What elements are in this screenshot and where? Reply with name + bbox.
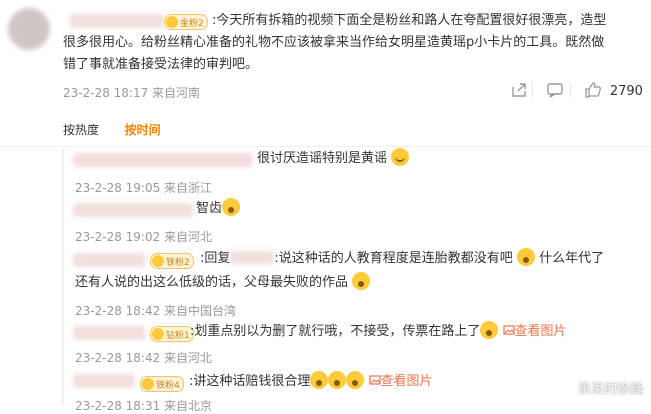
- comment-text: :今天所有拆箱的视频下面全是粉丝和路人在夸配置很好很漂亮，造型: [212, 13, 607, 28]
- divider: [570, 83, 571, 97]
- shocked-emoji-icon: [352, 272, 371, 290]
- thinking-emoji-icon: [480, 321, 499, 339]
- reply-text: 智齿: [196, 198, 241, 220]
- tab-sort-hot[interactable]: 按热度: [63, 123, 99, 137]
- comment-text: 很多很用心。给粉丝精心准备的礼物不应该被拿来当作给女明星造黄瑶p小卡片的工具。既…: [63, 35, 605, 50]
- reply-meta: 23-2-28 19:05 来自浙江: [75, 181, 213, 195]
- watermark: 呆呆的徐巍: [577, 382, 643, 397]
- shocked-emoji-icon: [346, 371, 365, 389]
- fan-badge: 铁粉4: [140, 375, 184, 394]
- fan-badge: 钻粉1: [150, 325, 194, 344]
- view-image-link[interactable]: 查看图片: [502, 324, 567, 339]
- reply-target-username[interactable]: [230, 251, 275, 264]
- reply-text: :划重点别以为删了就行哦，不接受，传票在路上了 查看图片: [190, 321, 567, 343]
- fan-badge: 铁粉2: [150, 252, 194, 271]
- view-image-link[interactable]: 查看图片: [368, 374, 433, 389]
- shocked-emoji-icon: [516, 248, 535, 266]
- reply-text: :回复:说这种话的人教育程度是连胎教都没有吧 什么年代了: [200, 248, 604, 270]
- reply-username[interactable]: [73, 153, 253, 167]
- share-icon[interactable]: [510, 81, 528, 102]
- comment-text: 错了事就准备接受法律的审判吧。: [63, 57, 259, 72]
- reply-username[interactable]: [73, 326, 145, 340]
- thumbs-up-icon: [585, 82, 601, 98]
- sort-tabs: 按热度 按时间: [63, 121, 161, 138]
- fan-badge-icon: [152, 328, 164, 340]
- shocked-emoji-icon: [328, 371, 347, 389]
- reply-text: :讲这种话赔钱很合理 查看图片: [189, 371, 433, 393]
- divider: [532, 83, 533, 97]
- divider: [0, 146, 651, 147]
- tab-sort-time[interactable]: 按时间: [125, 123, 161, 137]
- divider: [62, 148, 64, 405]
- fan-badge: 金粉2: [164, 13, 208, 32]
- comment-meta: 23-2-28 18:17 来自河南: [63, 86, 201, 100]
- shocked-emoji-icon: [310, 371, 329, 389]
- username[interactable]: [70, 14, 164, 28]
- crying-emoji-icon: [222, 198, 241, 216]
- image-icon: [502, 325, 515, 335]
- fan-badge-icon: [142, 378, 154, 390]
- reply-username[interactable]: [73, 203, 193, 217]
- reply-text: 还有人说的出这么低级的话，父母最失败的作品: [75, 272, 371, 294]
- like-button[interactable]: 2790: [584, 81, 643, 99]
- reply-meta: 23-2-28 18:42 来自中国台湾: [75, 304, 237, 318]
- fan-badge-icon: [152, 255, 164, 267]
- reply-meta: 23-2-28 18:42 来自河北: [75, 351, 213, 365]
- avatar[interactable]: [8, 8, 50, 50]
- image-icon: [368, 375, 381, 385]
- reply-meta: 23-2-28 19:02 来自河北: [75, 230, 213, 244]
- like-count: 2790: [609, 84, 643, 99]
- reply-username[interactable]: [73, 374, 135, 388]
- crying-emoji-icon: [391, 148, 410, 166]
- fan-badge-icon: [166, 16, 178, 28]
- reply-username[interactable]: [73, 253, 145, 267]
- comment-icon[interactable]: [546, 81, 564, 102]
- reply-text: 很讨厌造谣特别是黄谣: [257, 148, 410, 170]
- reply-meta: 23-2-28 18:31 来自北京: [75, 399, 213, 413]
